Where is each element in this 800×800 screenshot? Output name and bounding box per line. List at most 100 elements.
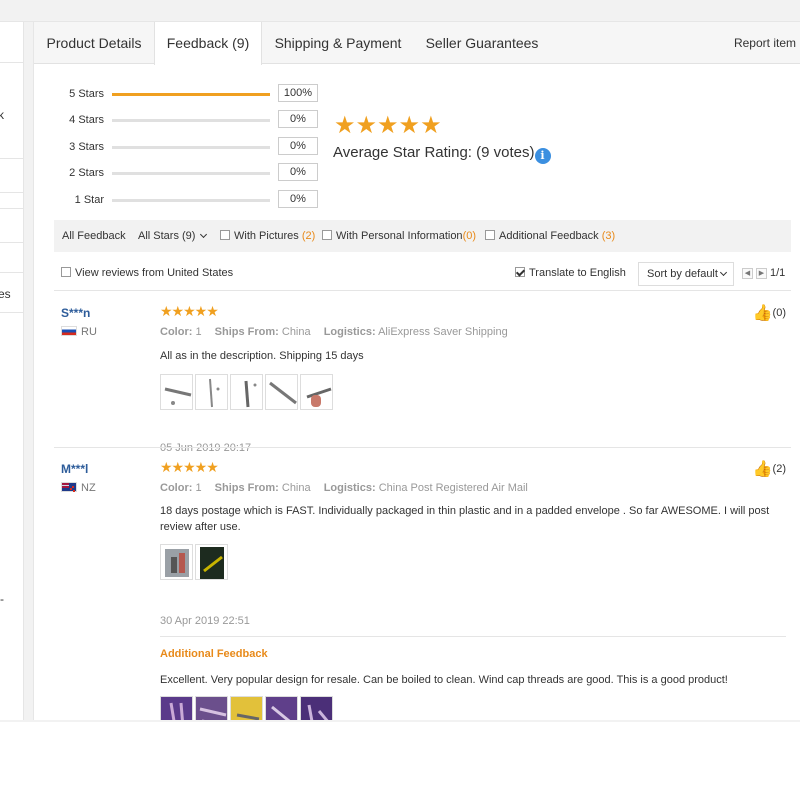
thumbs-up-icon: 👍 (752, 305, 773, 322)
sidebar-divider (0, 158, 23, 159)
review-stars: ★★★★★ (160, 303, 219, 319)
page: k es - Product Details Feedback (9) Ship… (0, 0, 800, 800)
ships-value: China (281, 326, 311, 338)
like-count: (0) (772, 307, 786, 319)
rating-label: 4 Stars (69, 114, 104, 126)
sidebar-fragment: es (0, 287, 11, 301)
review-photo[interactable] (230, 696, 263, 720)
rating-percent: 100% (278, 84, 318, 102)
color-value: 1 (195, 326, 202, 338)
logistics-value: China Post Registered Air Mail (378, 482, 528, 494)
tab-feedback[interactable]: Feedback (9) (154, 22, 262, 65)
reviewer-country: RU (61, 326, 97, 338)
view-us-option[interactable]: View reviews from United States (61, 262, 233, 284)
reviewer-country: NZ (61, 482, 96, 494)
sidebar-fragment: k (0, 108, 4, 122)
checkbox-icon[interactable] (485, 230, 495, 240)
review-photo[interactable] (195, 374, 228, 410)
checkbox-icon[interactable] (322, 230, 332, 240)
rating-percent: 0% (278, 110, 318, 128)
filter-all-stars-label: All Stars (9) (138, 230, 196, 242)
rating-bar (112, 172, 270, 175)
average-rating-label: Average Star Rating: (333, 144, 472, 161)
filter-with-personal-label: With Personal Information (336, 230, 463, 242)
checkbox-icon[interactable] (220, 230, 230, 240)
like-button[interactable]: 👍(0) (753, 303, 786, 323)
review-photo[interactable] (160, 696, 193, 720)
filter-all-stars-dropdown[interactable]: All Stars (9) (138, 220, 208, 252)
country-code: NZ (81, 482, 96, 494)
reviewer-name[interactable]: S***n (61, 306, 90, 320)
info-icon[interactable]: i (534, 148, 551, 164)
country-code: RU (81, 326, 97, 338)
color-label: Color: (160, 482, 193, 494)
review-photo[interactable] (160, 374, 193, 410)
logistics-value: AliExpress Saver Shipping (378, 326, 508, 338)
chevron-down-icon (200, 230, 208, 239)
rating-bar (112, 199, 270, 202)
tab-seller-guarantees[interactable]: Seller Guarantees (414, 22, 550, 64)
review-photo[interactable] (300, 696, 333, 720)
review-text: All as in the description. Shipping 15 d… (160, 350, 364, 362)
filter-with-pictures[interactable]: With Pictures (2) (220, 220, 315, 252)
review-item: M***l NZ ★★★★★ Color: 1 Ships From: Chin… (61, 459, 786, 720)
filter-with-personal-info[interactable]: With Personal Information(0) (322, 220, 476, 252)
filter-additional-label: Additional Feedback (499, 230, 599, 242)
translate-option[interactable]: Translate to English (515, 262, 626, 284)
sort-dropdown[interactable]: Sort by default (638, 262, 734, 286)
view-us-label: View reviews from United States (75, 267, 234, 279)
divider (160, 636, 786, 637)
review-photo[interactable] (195, 544, 228, 580)
color-value: 1 (195, 482, 202, 494)
russia-flag-icon (61, 326, 77, 336)
review-photos (160, 544, 230, 580)
sidebar-divider (0, 208, 23, 209)
tab-shipping-payment[interactable]: Shipping & Payment (262, 22, 414, 64)
page-indicator: 1/1 (770, 267, 786, 279)
vote-count: (9 votes) (476, 144, 535, 161)
review-stars: ★★★★★ (160, 459, 219, 475)
checkbox-icon[interactable] (61, 267, 71, 277)
review-photo[interactable] (230, 374, 263, 410)
logistics-label: Logistics: (323, 326, 376, 338)
rating-percent: 0% (278, 163, 318, 181)
review-meta: Color: 1 Ships From: China Logistics: Ch… (160, 482, 528, 494)
rating-bar-fill (112, 93, 270, 96)
review-photos (160, 374, 335, 410)
tab-product-details[interactable]: Product Details (34, 22, 154, 64)
rating-label: 3 Stars (69, 141, 104, 153)
filter-with-pictures-label: With Pictures (234, 230, 299, 242)
logistics-label: Logistics: (323, 482, 376, 494)
review-date: 30 Apr 2019 22:51 (160, 615, 250, 627)
additional-feedback-title: Additional Feedback (160, 648, 268, 660)
thumbs-up-icon: 👍 (752, 461, 773, 478)
checkbox-checked-icon[interactable] (515, 267, 525, 277)
filter-additional-count: (3) (601, 230, 616, 242)
sidebar-divider (0, 242, 23, 243)
rating-label: 2 Stars (69, 167, 104, 179)
like-button[interactable]: 👍(2) (753, 459, 786, 479)
filter-all-feedback[interactable]: All Feedback (62, 220, 126, 252)
feedback-panel: Product Details Feedback (9) Shipping & … (33, 22, 800, 720)
prev-page-button[interactable]: ◀ (742, 268, 753, 279)
review-date: 05 Jun 2019 20:17 (160, 442, 252, 454)
tab-bar: Product Details Feedback (9) Shipping & … (34, 22, 800, 65)
next-page-button[interactable]: ▶ (756, 268, 767, 279)
review-photo[interactable] (265, 374, 298, 410)
report-item-link[interactable]: Report item (734, 22, 796, 64)
filter-additional-feedback[interactable]: Additional Feedback (3) (485, 220, 615, 252)
review-photo[interactable] (265, 696, 298, 720)
review-photo[interactable] (300, 374, 333, 410)
sidebar-fragment: - (0, 592, 4, 606)
filter-with-pictures-count: (2) (301, 230, 316, 242)
average-rating-line: Average Star Rating: (9 votes) i (333, 144, 551, 164)
reviewer-name[interactable]: M***l (61, 462, 88, 476)
review-photo[interactable] (195, 696, 228, 720)
color-label: Color: (160, 326, 193, 338)
divider (54, 290, 791, 291)
rating-bar (112, 119, 270, 122)
review-photo[interactable] (160, 544, 193, 580)
review-item: S***n RU ★★★★★ Color: 1 Ships From: Chin… (61, 303, 786, 454)
rating-percent: 0% (278, 190, 318, 208)
filter-with-personal-count: (0) (462, 230, 477, 242)
